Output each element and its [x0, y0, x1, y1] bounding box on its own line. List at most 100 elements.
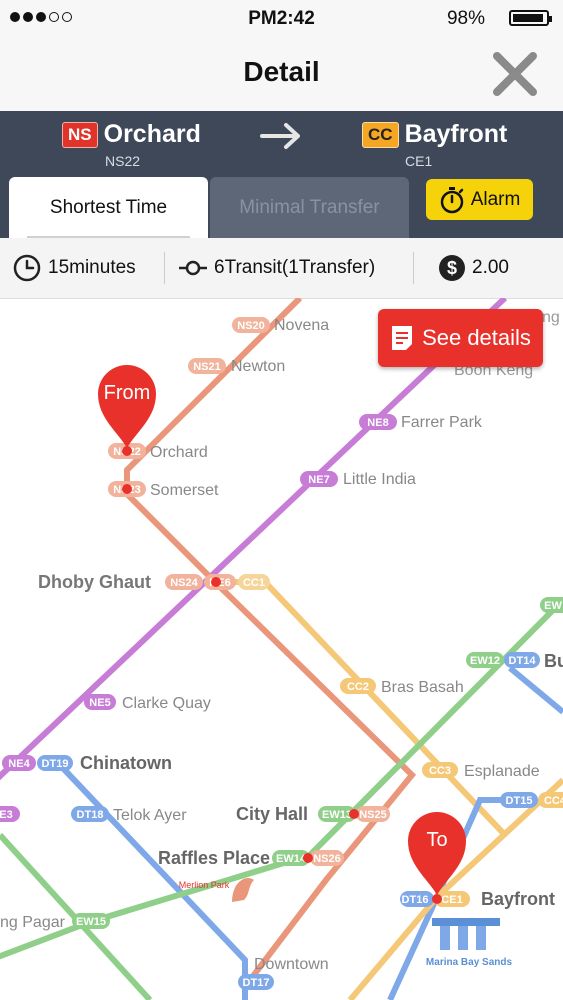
svg-text:NS21: NS21 — [193, 361, 221, 373]
merlion-icon — [232, 878, 254, 902]
svg-text:Little India: Little India — [343, 471, 416, 488]
svg-text:$: $ — [447, 258, 457, 278]
duration-summary: 15minutes — [12, 238, 136, 298]
svg-text:NE5: NE5 — [89, 697, 110, 709]
station-chinatown[interactable]: NE4 DT19 Chinatown — [2, 753, 172, 773]
svg-text:CC3: CC3 — [429, 765, 451, 777]
station-partial-ew: EW — [540, 597, 563, 613]
trip-summary: 15minutes 6Transit(1Transfer) $ 2.00 — [0, 238, 563, 299]
origin-line-badge: NS — [62, 121, 98, 148]
svg-text:Orchard: Orchard — [150, 444, 208, 461]
station-clarke-quay[interactable]: NE5 Clarke Quay — [84, 694, 211, 712]
summary-divider — [413, 252, 414, 284]
destination-station-name: Bayfront — [404, 120, 508, 148]
battery-icon — [509, 10, 552, 26]
svg-text:Downtown: Downtown — [254, 956, 329, 973]
origin-station-code: NS22 — [105, 153, 141, 169]
svg-text:DT16: DT16 — [402, 894, 429, 906]
svg-text:Dhoby Ghaut: Dhoby Ghaut — [38, 572, 151, 592]
alarm-label: Alarm — [470, 188, 521, 210]
station-newton[interactable]: NS21 Newton — [188, 358, 285, 375]
dt-line-segment — [508, 665, 563, 715]
arrow-right-icon — [260, 123, 300, 149]
station-little-india[interactable]: NE7 Little India — [300, 471, 416, 488]
svg-text:Bayfront: Bayfront — [481, 889, 555, 909]
tab-minimal-transfer[interactable]: Minimal Transfer — [210, 177, 409, 238]
svg-text:E3: E3 — [0, 809, 13, 821]
svg-text:NS26: NS26 — [313, 853, 341, 865]
svg-text:CE1: CE1 — [441, 894, 462, 906]
destination-station-code: CE1 — [405, 153, 433, 169]
destination-station: CC Bayfront — [362, 120, 507, 149]
svg-text:Marina Bay Sands: Marina Bay Sands — [426, 957, 513, 968]
transit-summary: 6Transit(1Transfer) — [178, 238, 375, 298]
marina-bay-sands-landmark: Marina Bay Sands — [426, 918, 513, 968]
stopwatch-icon — [440, 186, 463, 213]
station-bras-basah[interactable]: CC2 Bras Basah — [340, 678, 464, 696]
svg-text:Bras Basah: Bras Basah — [381, 679, 464, 696]
metro-map[interactable]: NS20 Novena NS21 Newton Boon Keng NE8 Fa… — [0, 298, 563, 1000]
marina-bay-sands-icon — [432, 918, 500, 926]
close-icon — [493, 52, 537, 96]
svg-text:Novena: Novena — [274, 317, 329, 334]
see-details-button[interactable]: See details — [378, 309, 543, 367]
station-city-hall[interactable]: City Hall EW13 NS25 — [236, 804, 390, 824]
duration-text: 15minutes — [48, 257, 136, 278]
document-icon — [392, 326, 413, 350]
station-orchard[interactable]: NS22 Orchard — [108, 443, 208, 461]
origin-station: NS Orchard — [62, 120, 201, 149]
tab-shortest-time[interactable]: Shortest Time — [9, 177, 208, 238]
close-button[interactable] — [491, 50, 539, 98]
svg-text:NS20: NS20 — [237, 320, 265, 332]
cc-line — [215, 579, 508, 838]
navigation-bar: Detail — [0, 36, 563, 112]
svg-text:EW15: EW15 — [76, 916, 106, 928]
svg-text:NE8: NE8 — [367, 417, 388, 429]
transit-text: 6Transit(1Transfer) — [214, 257, 376, 278]
from-pin[interactable]: From — [98, 364, 157, 448]
svg-text:DT17: DT17 — [243, 977, 270, 989]
clock-icon — [13, 254, 41, 282]
svg-text:DT19: DT19 — [42, 758, 69, 770]
svg-text:Merlion Park: Merlion Park — [179, 880, 230, 890]
svg-text:EW12: EW12 — [470, 655, 500, 667]
station-partial-ng: ng — [542, 309, 560, 326]
see-details-label: See details — [422, 325, 531, 350]
station-dhoby-ghaut[interactable]: Dhoby Ghaut NS24 NE6 CC1 — [38, 572, 270, 592]
fare-text: 2.00 — [472, 257, 509, 278]
svg-text:CC2: CC2 — [347, 681, 369, 693]
svg-text:Farrer Park: Farrer Park — [401, 414, 483, 431]
battery-percentage: 98% — [446, 8, 485, 29]
svg-text:City Hall: City Hall — [236, 804, 308, 824]
svg-text:EW14: EW14 — [276, 853, 307, 865]
svg-text:Chinatown: Chinatown — [80, 753, 172, 773]
origin-station-name: Orchard — [103, 120, 201, 148]
station-esplanade[interactable]: CC3 Esplanade — [422, 762, 540, 780]
fare-summary: $ 2.00 — [438, 238, 509, 298]
station-novena[interactable]: NS20 Novena — [232, 317, 329, 334]
station-bugis[interactable]: EW12 DT14 Bu — [466, 651, 563, 671]
svg-text:NE4: NE4 — [8, 758, 30, 770]
station-farrer-park[interactable]: NE8 Farrer Park — [359, 414, 483, 431]
svg-text:DT15: DT15 — [506, 795, 533, 807]
svg-text:Esplanade: Esplanade — [464, 763, 540, 780]
station-promenade[interactable]: DT15 CC4 — [500, 792, 563, 808]
svg-text:From: From — [104, 382, 151, 404]
status-bar: PM2:42 98% — [0, 0, 563, 36]
station-tanjong-pagar[interactable]: ng Pagar EW15 — [0, 913, 110, 931]
svg-text:Raffles Place: Raffles Place — [158, 848, 270, 868]
svg-text:Bu: Bu — [544, 651, 563, 671]
station-somerset[interactable]: NS23 Somerset — [108, 481, 219, 499]
svg-text:NE7: NE7 — [308, 474, 329, 486]
svg-text:EW13: EW13 — [322, 809, 352, 821]
metro-map-canvas[interactable]: NS20 Novena NS21 Newton Boon Keng NE8 Fa… — [0, 298, 563, 1000]
station-telok-ayer[interactable]: DT18 Telok Ayer — [71, 806, 187, 824]
svg-text:ng Pagar: ng Pagar — [0, 914, 66, 931]
alarm-button[interactable]: Alarm — [426, 179, 533, 220]
svg-text:NS24: NS24 — [170, 577, 198, 589]
summary-divider — [164, 252, 165, 284]
svg-text:CC1: CC1 — [243, 577, 265, 589]
station-raffles-place[interactable]: Raffles Place EW14 NS26 — [158, 848, 344, 868]
station-bayfront[interactable]: DT16 CE1 Bayfront — [400, 889, 555, 909]
to-pin[interactable]: To — [408, 812, 466, 895]
